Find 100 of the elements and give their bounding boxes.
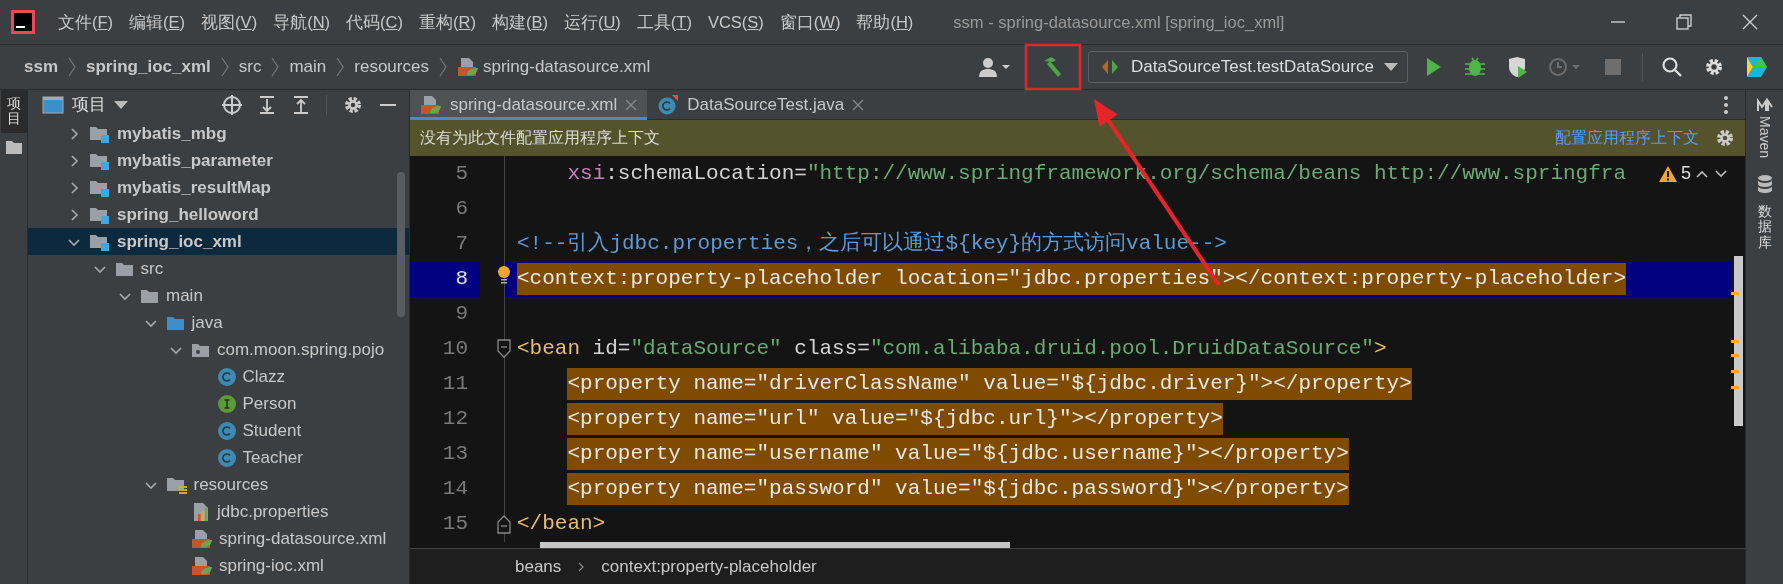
xml-file-icon (191, 555, 213, 576)
window-icon (42, 95, 64, 115)
warning-marker (1731, 370, 1739, 373)
xml-file-icon (456, 57, 479, 77)
breadcrumb-item[interactable]: context:property-placeholder (601, 553, 817, 580)
warning-marker (1731, 292, 1739, 295)
class-icon (216, 366, 237, 387)
lightbulb-icon[interactable] (496, 264, 512, 285)
breadcrumb-item[interactable]: resources (346, 54, 437, 80)
tree-item[interactable]: spring_ioc_xml (28, 228, 409, 255)
line-number: 11 (441, 370, 469, 397)
tree-item[interactable]: resources (28, 471, 409, 498)
settings-icon[interactable] (343, 95, 363, 115)
close-icon[interactable] (1741, 13, 1759, 31)
chevron-icon (577, 560, 586, 573)
menu-item[interactable]: VCS(S) (699, 5, 772, 39)
menu-item[interactable]: 编辑(E) (121, 5, 194, 39)
line-number: 14 (441, 475, 469, 502)
expand-all-icon[interactable] (258, 95, 276, 115)
tool-window-tab[interactable]: 数据库 (1755, 174, 1774, 257)
run-configuration-dropdown[interactable]: DataSourceTest.testDataSource (1088, 51, 1408, 83)
line-number: 10 (441, 335, 469, 362)
window-title: ssm - spring-datasource.xml [spring_ioc_xml] (952, 11, 1286, 33)
menu-item[interactable]: 重构(R) (410, 5, 484, 39)
xml-file-icon (191, 528, 213, 549)
line-number: 13 (441, 440, 469, 467)
interface-icon (216, 393, 237, 414)
locate-icon[interactable] (222, 95, 242, 115)
caret-icon (1383, 62, 1398, 72)
breadcrumb-item[interactable]: spring-datasource.xml (448, 54, 659, 80)
properties-file-icon (191, 501, 211, 522)
settings-icon (1703, 56, 1725, 78)
breadcrumb-item[interactable]: ssm (16, 54, 67, 80)
tree-item[interactable]: Person (28, 390, 409, 417)
tool-window-tab[interactable]: Maven (1754, 98, 1775, 159)
caret-icon (114, 100, 128, 110)
user-icon (978, 56, 1012, 78)
settings-icon[interactable] (1715, 128, 1735, 148)
line-number: 7 (454, 230, 469, 257)
menu-item[interactable]: 运行(U) (555, 5, 629, 39)
warning-icon (1658, 164, 1678, 183)
tree-item[interactable]: mybatis_parameter (28, 147, 409, 174)
class-icon (216, 420, 237, 441)
code-line: </bean> (517, 510, 606, 537)
tree-item[interactable]: mybatis_mbg (28, 120, 409, 147)
tree-item[interactable]: src (28, 255, 409, 282)
menu-item[interactable]: 窗口(W) (771, 5, 849, 39)
highlight-box (1024, 43, 1082, 91)
menu-item[interactable]: 工具(T) (628, 5, 700, 39)
code-line: <bean id="dataSource" class="com.alibaba.druid.pool.DruidDataSource"> (517, 335, 1387, 362)
tree-item[interactable]: Student (28, 417, 409, 444)
collapse-all-icon[interactable] (292, 95, 310, 115)
more-icon[interactable] (1723, 94, 1729, 115)
tree-item[interactable]: java (28, 309, 409, 336)
menu-item[interactable]: 导航(N) (265, 5, 339, 39)
tree-item[interactable]: spring-ioc.xml (28, 552, 409, 579)
scrollbar[interactable] (397, 172, 405, 317)
shield-icon (1506, 56, 1528, 78)
class-icon (216, 447, 237, 468)
menu-item[interactable]: 文件(F) (50, 5, 122, 39)
tree-item[interactable]: spring_helloword (28, 201, 409, 228)
notification-message: 没有为此文件配置应用程序上下文 (420, 128, 660, 148)
warning-marker (1731, 354, 1739, 357)
project-tool-tab[interactable]: 项目 (0, 90, 27, 133)
breadcrumb-item[interactable]: main (281, 54, 335, 80)
tree-item[interactable]: Teacher (28, 444, 409, 471)
horizontal-scrollbar[interactable] (540, 542, 1010, 548)
menu-item[interactable]: 视图(V) (193, 5, 266, 39)
warning-marker (1731, 340, 1739, 343)
breadcrumb-item[interactable]: spring_ioc_xml (78, 54, 219, 80)
bug-icon (1464, 56, 1486, 78)
breadcrumb-item[interactable]: src (230, 54, 270, 80)
warning-marker (1731, 386, 1739, 389)
tree-item[interactable]: mybatis_resultMap (28, 174, 409, 201)
line-number: 12 (441, 405, 469, 432)
tree-item[interactable]: com.moon.spring.pojo (28, 336, 409, 363)
vertical-scrollbar[interactable] (1734, 256, 1743, 426)
tree-item[interactable]: Clazz (28, 363, 409, 390)
close-icon[interactable] (852, 98, 865, 111)
restore-icon[interactable] (1675, 13, 1693, 31)
line-number: 8 (410, 260, 480, 297)
editor-tab[interactable]: DataSourceTest.java (647, 89, 875, 120)
stop-icon (1602, 56, 1624, 78)
tree-item[interactable]: jdbc.properties (28, 498, 409, 525)
fold-marker-icon[interactable] (496, 338, 512, 359)
tree-item[interactable]: spring-datasource.xml (28, 525, 409, 552)
tree-item[interactable]: main (28, 282, 409, 309)
fold-marker-icon[interactable] (496, 513, 512, 534)
line-number: 9 (454, 300, 469, 327)
menu-item[interactable]: 帮助(H) (848, 5, 922, 39)
clock-icon (1548, 56, 1582, 78)
maven-icon (1755, 98, 1774, 112)
breadcrumb-item[interactable]: beans (515, 553, 562, 580)
menu-item[interactable]: 构建(B) (483, 5, 556, 39)
editor-tab[interactable]: spring-datasource.xml (410, 89, 648, 120)
menu-item[interactable]: 代码(C) (338, 5, 411, 39)
search-icon (1661, 56, 1683, 78)
project-view-dropdown[interactable]: 项目 (36, 88, 134, 122)
line-number: 6 (454, 195, 469, 222)
line-number: 15 (441, 510, 469, 537)
